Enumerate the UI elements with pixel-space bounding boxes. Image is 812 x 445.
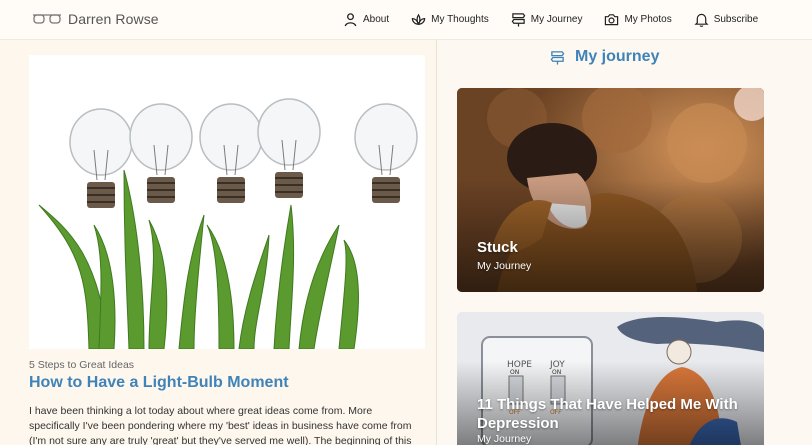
nav-subscribe[interactable]: Subscribe — [694, 12, 758, 27]
card-title: 11 Things That Have Helped Me With Depre… — [477, 396, 738, 432]
card-category[interactable]: My Journey — [477, 433, 531, 445]
section-heading: My journey — [550, 48, 659, 66]
nav-my-journey-label: My Journey — [530, 14, 583, 25]
nav-about[interactable]: About — [343, 12, 389, 27]
lightbulbs-illustration — [38, 98, 418, 349]
card-category[interactable]: My Journey — [477, 260, 531, 272]
card-title: Stuck — [477, 239, 518, 256]
nav-about-label: About — [363, 14, 390, 25]
nav-my-photos-label: My Photos — [624, 14, 672, 25]
signpost-icon — [550, 50, 565, 65]
section-title: My journey — [575, 48, 660, 65]
brand[interactable]: Darren Rowse — [32, 11, 159, 27]
featured-post: 5 Steps to Great Ideas How to Have a Lig… — [0, 40, 436, 445]
nav-my-thoughts-label: My Thoughts — [431, 14, 489, 25]
lotus-icon — [411, 13, 426, 26]
journey-card-depression[interactable]: HOPE JOY ON ON OFF OFF 11 Things That Ha… — [457, 312, 764, 445]
camera-icon — [605, 14, 619, 26]
brand-name: Darren Rowse — [68, 11, 159, 27]
post-excerpt: I have been thinking a lot today about w… — [29, 405, 412, 445]
nav-subscribe-label: Subscribe — [713, 14, 759, 25]
nav-my-journey[interactable]: My Journey — [511, 12, 583, 27]
person-icon — [344, 13, 357, 27]
nav-my-photos[interactable]: My Photos — [604, 12, 672, 27]
bell-icon — [694, 13, 709, 27]
main-nav: About My Thoughts My Journey My Photos S… — [343, 12, 780, 27]
journey-card-stuck[interactable]: Stuck My Journey — [457, 88, 764, 292]
nav-my-thoughts[interactable]: My Thoughts — [411, 12, 489, 27]
signpost-icon — [511, 13, 526, 27]
post-kicker: 5 Steps to Great Ideas — [29, 359, 135, 371]
journey-sidebar: My journey Stuck My Journey 11 Things Th… — [437, 40, 812, 445]
site-header: Darren Rowse About My Thoughts My Journe… — [0, 0, 812, 40]
glasses-icon — [33, 14, 61, 24]
post-title-link[interactable]: How to Have a Light-Bulb Moment — [29, 374, 289, 392]
featured-image-lightbulbs[interactable] — [29, 55, 425, 349]
